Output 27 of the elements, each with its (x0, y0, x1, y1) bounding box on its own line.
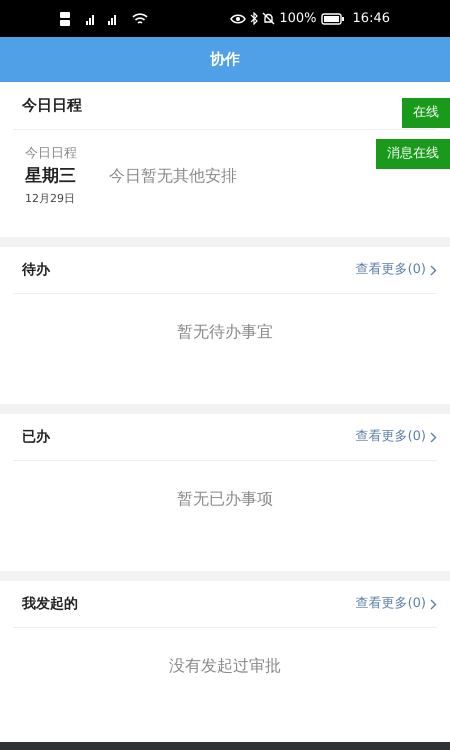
clock: 16:46 (352, 10, 390, 28)
chevron-right-icon (430, 432, 437, 442)
bell-off-icon (262, 12, 276, 25)
empty-message: 暂无待办事宜 (177, 321, 273, 343)
view-more-link[interactable]: 查看更多(0) (356, 594, 437, 614)
status-badge: 在线 (402, 98, 450, 128)
battery-percent: 100% (279, 10, 317, 28)
page-title: 协作 (210, 49, 240, 70)
chevron-right-icon (430, 264, 437, 276)
section-title: 今日日程 (22, 95, 82, 116)
empty-message: 今日暂无其他安排 (109, 165, 237, 187)
schedule-label: 今日日程 (25, 145, 77, 163)
battery-icon (320, 12, 345, 24)
date: 12月29日 (25, 191, 76, 207)
bluetooth-icon (250, 12, 258, 25)
eye-icon (230, 12, 246, 24)
status-badge: 消息在线 (376, 139, 450, 169)
section-title: 我发起的 (22, 594, 78, 614)
chevron-right-icon (430, 598, 437, 610)
section-title: 待办 (22, 260, 50, 280)
view-more-link[interactable]: 查看更多(0) (356, 427, 437, 447)
section-title: 已办 (22, 428, 50, 446)
empty-message: 暂无已办事项 (177, 488, 273, 510)
wifi-icon (132, 12, 148, 26)
view-more-link[interactable]: 查看更多(0) (356, 260, 437, 280)
empty-message: 没有发起过审批 (169, 655, 281, 677)
weekday: 星期三 (25, 164, 77, 188)
